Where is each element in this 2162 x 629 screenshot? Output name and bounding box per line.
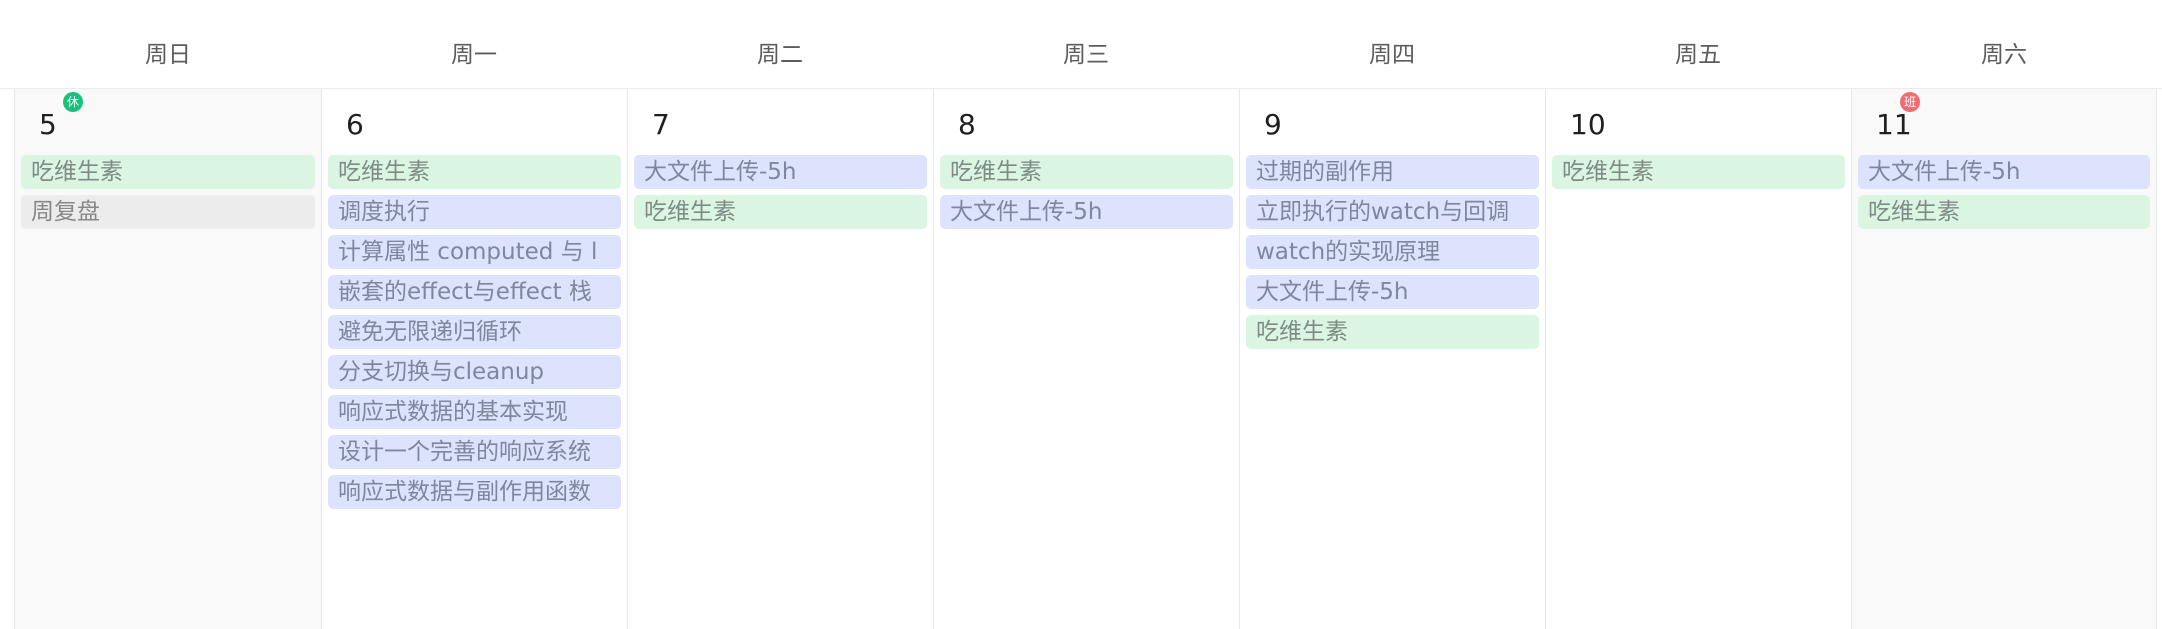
day-cell-wednesday[interactable]: 8 吃维生素 大文件上传-5h <box>933 89 1239 629</box>
day-cell-sunday[interactable]: 5 休 吃维生素 周复盘 <box>14 89 321 629</box>
weekday-header-row: 周日 周一 周二 周三 周四 周五 周六 <box>0 0 2162 89</box>
event-item[interactable]: 避免无限递归循环 <box>328 315 621 349</box>
day-number: 10 <box>1570 108 1606 141</box>
event-list: 吃维生素 <box>1552 155 1845 195</box>
event-item[interactable]: 响应式数据的基本实现 <box>328 395 621 429</box>
event-list: 大文件上传-5h 吃维生素 <box>634 155 927 235</box>
weekday-monday: 周一 <box>451 42 497 68</box>
event-item[interactable]: 吃维生素 <box>328 155 621 189</box>
day-number: 8 <box>958 108 976 141</box>
week-calendar: 周日 周一 周二 周三 周四 周五 周六 5 休 吃维生素 周复盘 6 吃维生素… <box>0 0 2162 629</box>
day-number: 11 <box>1876 108 1912 141</box>
event-item[interactable]: 大文件上传-5h <box>1858 155 2150 189</box>
event-list: 过期的副作用 立即执行的watch与回调 watch的实现原理 大文件上传-5h… <box>1246 155 1539 355</box>
event-item[interactable]: 分支切换与cleanup <box>328 355 621 389</box>
day-cell-thursday[interactable]: 9 过期的副作用 立即执行的watch与回调 watch的实现原理 大文件上传-… <box>1239 89 1545 629</box>
day-number: 7 <box>652 108 670 141</box>
event-list: 吃维生素 大文件上传-5h <box>940 155 1233 235</box>
event-item[interactable]: 吃维生素 <box>1246 315 1539 349</box>
day-number: 6 <box>346 108 364 141</box>
event-item[interactable]: 吃维生素 <box>21 155 315 189</box>
weekday-saturday: 周六 <box>1981 42 2027 68</box>
event-item[interactable]: 吃维生素 <box>940 155 1233 189</box>
event-item[interactable]: 响应式数据与副作用函数 <box>328 475 621 509</box>
weekday-tuesday: 周二 <box>757 42 803 68</box>
event-item[interactable]: 大文件上传-5h <box>1246 275 1539 309</box>
event-item[interactable]: 大文件上传-5h <box>634 155 927 189</box>
day-cell-friday[interactable]: 10 吃维生素 <box>1545 89 1851 629</box>
weekday-wednesday: 周三 <box>1063 42 1109 68</box>
event-item[interactable]: 吃维生素 <box>1858 195 2150 229</box>
event-item[interactable]: 周复盘 <box>21 195 315 229</box>
event-item[interactable]: 吃维生素 <box>634 195 927 229</box>
event-item[interactable]: 计算属性 computed 与 l <box>328 235 621 269</box>
weekday-friday: 周五 <box>1675 42 1721 68</box>
day-number: 5 <box>39 108 57 141</box>
event-item[interactable]: 大文件上传-5h <box>940 195 1233 229</box>
event-item[interactable]: 调度执行 <box>328 195 621 229</box>
weekday-thursday: 周四 <box>1369 42 1415 68</box>
workday-badge: 班 <box>1900 92 1920 112</box>
event-item[interactable]: 过期的副作用 <box>1246 155 1539 189</box>
event-item[interactable]: 嵌套的effect与effect 栈 <box>328 275 621 309</box>
event-list: 大文件上传-5h 吃维生素 <box>1858 155 2150 235</box>
event-item[interactable]: 立即执行的watch与回调 <box>1246 195 1539 229</box>
day-cell-monday[interactable]: 6 吃维生素 调度执行 计算属性 computed 与 l 嵌套的effect与… <box>321 89 627 629</box>
event-item[interactable]: watch的实现原理 <box>1246 235 1539 269</box>
day-number: 9 <box>1264 108 1282 141</box>
day-cell-tuesday[interactable]: 7 大文件上传-5h 吃维生素 <box>627 89 933 629</box>
event-list: 吃维生素 调度执行 计算属性 computed 与 l 嵌套的effect与ef… <box>328 155 621 515</box>
event-item[interactable]: 设计一个完善的响应系统 <box>328 435 621 469</box>
weekday-sunday: 周日 <box>145 42 191 68</box>
holiday-rest-badge: 休 <box>63 92 83 112</box>
event-list: 吃维生素 周复盘 <box>21 155 315 235</box>
event-item[interactable]: 吃维生素 <box>1552 155 1845 189</box>
day-cell-saturday[interactable]: 11 班 大文件上传-5h 吃维生素 <box>1851 89 2157 629</box>
